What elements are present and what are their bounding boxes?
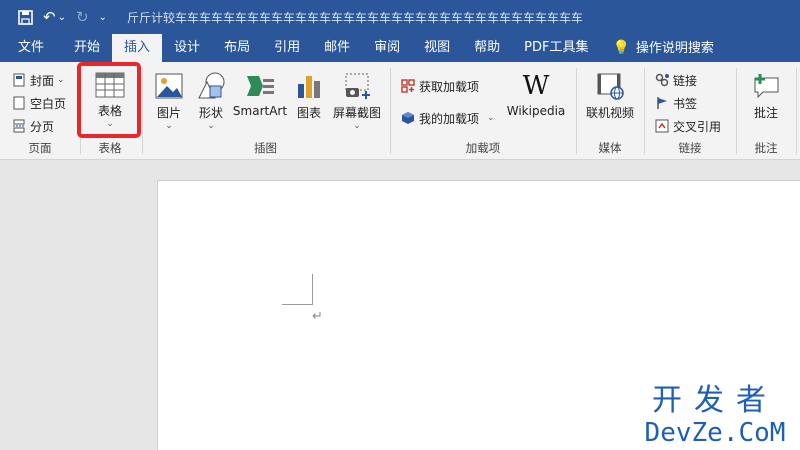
margin-crop-mark [282,304,313,305]
online-video-icon [597,73,624,100]
get-addins-button[interactable]: 获取加载项 [401,76,479,96]
shapes-button[interactable]: 形状 ⌄ [193,72,229,131]
tell-me-label: 操作说明搜索 [635,41,714,56]
cover-page-button[interactable]: 封面 ⌄ [12,70,65,90]
document-title: 斤斤计较车车车车车车车车车车车车车车车车车车车车车车车车车车车车车车车车车车 [126,10,583,25]
save-icon[interactable] [18,5,33,29]
undo-dropdown-icon[interactable]: ⌄ [58,5,66,29]
cross-reference-icon [655,119,669,133]
group-label-comments: 批注 [754,141,778,155]
blank-page-button[interactable]: 空白页 [12,93,66,113]
group-addins: 获取加载项 我的加载项 ⌄ W Wikipedia 加载项 [391,62,575,160]
tab-home[interactable]: 开始 [62,34,112,62]
wikipedia-icon: W [522,71,550,101]
watermark: 开发者 DevZe.CoM [640,383,790,449]
picture-icon [155,73,183,99]
smartart-button[interactable]: SmartArt [231,72,289,118]
addin-cube-icon [402,112,414,124]
tab-help[interactable]: 帮助 [462,34,512,62]
group-label-pages: 页面 [28,141,52,155]
margin-crop-mark [312,274,313,304]
separator [796,68,797,154]
bookmark-flag-icon [657,97,667,109]
ribbon-tabs: 文件 开始 插入 设计 布局 引用 邮件 审阅 视图 帮助 PDF工具集 💡 操作… [0,34,800,62]
tab-mailings[interactable]: 邮件 [312,34,362,62]
group-label-media: 媒体 [598,141,622,155]
cover-page-icon [13,73,25,87]
tab-design[interactable]: 设计 [162,34,212,62]
watermark-line2: DevZe.CoM [644,418,786,448]
link-button[interactable]: 链接 [655,70,697,90]
ribbon: 封面 ⌄ 空白页 分页 页面 表格 ⌄ 表格 图片 ⌄ 形状 ⌄ SmartAr… [0,62,800,160]
cross-reference-button[interactable]: 交叉引用 [655,116,721,136]
chart-button[interactable]: 图表 [293,72,325,121]
chart-icon [298,76,320,98]
group-label-tables: 表格 [98,141,122,155]
new-comment-icon [754,74,779,99]
blank-page-icon [13,96,25,110]
paragraph-mark: ↵ [312,309,323,324]
group-label-addins: 加载项 [465,141,501,155]
tab-pdf-tools[interactable]: PDF工具集 [512,34,600,62]
group-label-illustrations: 插图 [254,141,277,155]
tab-layout[interactable]: 布局 [212,34,262,62]
tell-me-search[interactable]: 💡 操作说明搜索 [600,34,725,62]
new-comment-button[interactable]: 批注 [739,72,793,121]
tab-insert[interactable]: 插入 [112,34,163,62]
page-break-icon [13,119,25,133]
screenshot-icon [345,73,370,99]
smartart-icon [247,76,274,96]
pictures-button[interactable]: 图片 ⌄ [151,72,187,131]
customize-quick-access-icon[interactable]: ⌄ [99,5,107,29]
shapes-icon [198,72,225,99]
group-label-links: 链接 [678,141,702,155]
quick-access-toolbar: ↶ ⌄ ↻ ⌄ [0,0,117,34]
watermark-line1: 开发者 [652,383,778,418]
my-addins-button[interactable]: 我的加载项 ⌄ [401,108,495,128]
group-links: 链接 书签 交叉引用 链接 [645,62,735,160]
store-icon [401,79,415,93]
wikipedia-button[interactable]: W Wikipedia [503,72,569,118]
online-video-button[interactable]: 联机视频 [581,72,639,121]
group-comments: 批注 批注 [737,62,795,160]
lightbulb-icon: 💡 [612,40,630,56]
tab-view[interactable]: 视图 [412,34,462,62]
page-break-button[interactable]: 分页 [12,116,54,136]
redo-icon[interactable]: ↻ [76,5,89,29]
title-bar: ↶ ⌄ ↻ ⌄ 斤斤计较车车车车车车车车车车车车车车车车车车车车车车车车车车车车… [0,0,800,34]
group-illustrations: 图片 ⌄ 形状 ⌄ SmartArt 图表 屏幕截图 ⌄ 插图 [143,62,388,160]
tab-review[interactable]: 审阅 [362,34,412,62]
group-media: 联机视频 媒体 [577,62,643,160]
table-highlight-box [77,62,141,138]
group-pages: 封面 ⌄ 空白页 分页 页面 [0,62,80,160]
tab-references[interactable]: 引用 [262,34,312,62]
link-icon [655,73,669,87]
bookmark-button[interactable]: 书签 [655,93,697,113]
screenshot-button[interactable]: 屏幕截图 ⌄ [329,72,385,131]
tab-file[interactable]: 文件 [0,34,62,62]
undo-icon[interactable]: ↶ [43,5,56,29]
